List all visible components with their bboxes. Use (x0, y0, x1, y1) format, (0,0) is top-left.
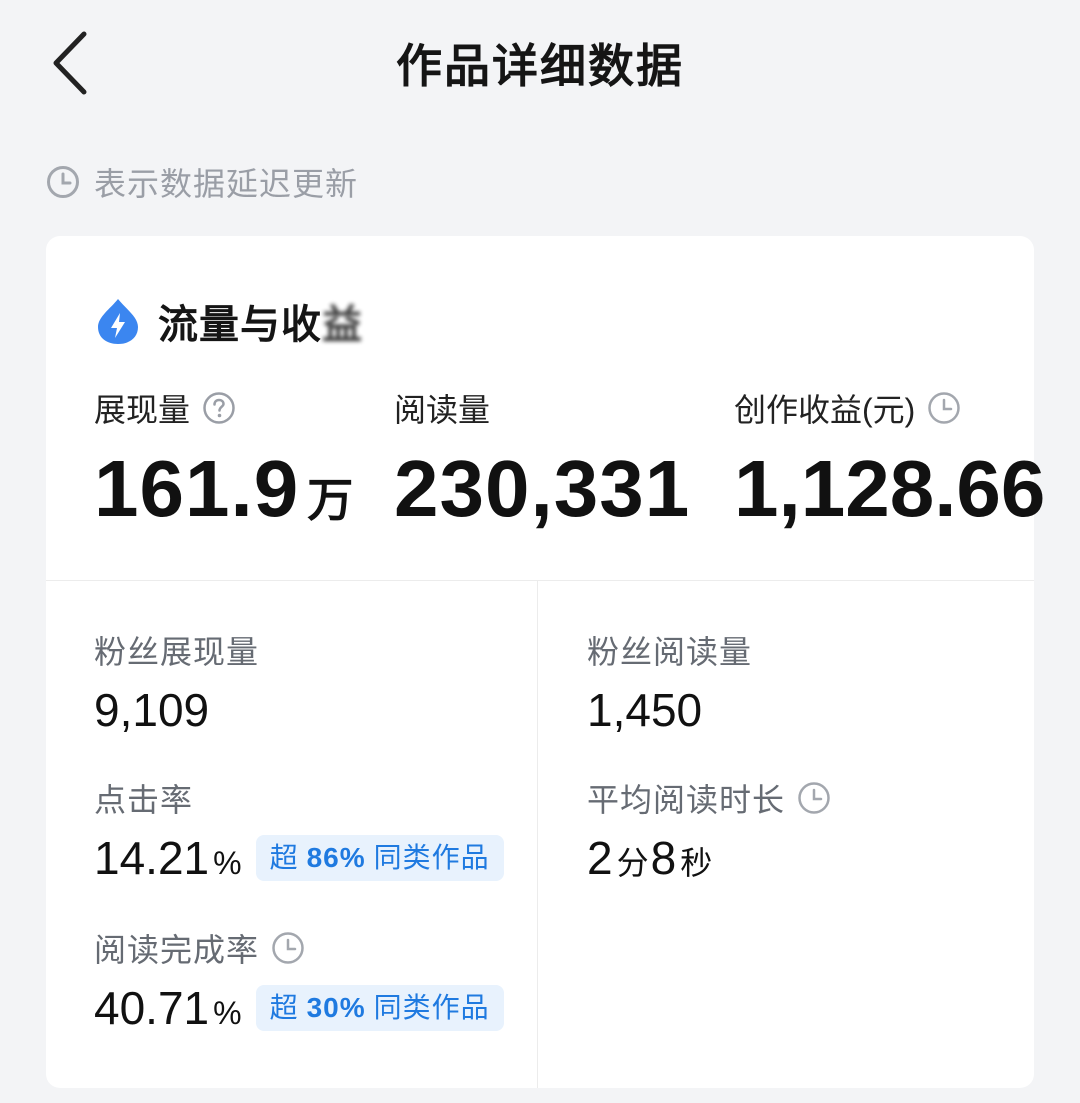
read-completion: 阅读完成率 40.71% 超 30% 同类作品 (94, 926, 504, 1036)
click-rate-value: 14.21 (94, 832, 210, 884)
impressions-label: 展现量 (94, 392, 191, 428)
avg-read-seconds: 8 (650, 832, 677, 884)
read-completion-badge: 超 30% 同类作品 (255, 985, 504, 1031)
fans-impressions-value: 9,109 (94, 684, 210, 736)
impressions-unit: 万 (307, 474, 355, 526)
click-rate: 点击率 14.21% 超 86% 同类作品 (94, 776, 504, 886)
fans-reads: 粉丝阅读量 1,450 (587, 628, 752, 738)
reads-label: 阅读量 (394, 392, 491, 428)
click-rate-badge: 超 86% 同类作品 (255, 835, 504, 881)
delay-notice: 表示数据延迟更新 (46, 160, 358, 204)
clock-icon (47, 166, 79, 198)
revenue-value: 1,128.66 (734, 444, 1046, 533)
revenue-label: 创作收益(元) (734, 392, 916, 428)
impressions-metric: 展现量 161.9 万 (94, 386, 354, 545)
page-title: 作品详细数据 (396, 40, 684, 92)
avg-read-time-label: 平均阅读时长 (587, 782, 786, 818)
card-title-blurred: 益 (322, 303, 363, 347)
click-rate-label: 点击率 (94, 782, 194, 818)
traffic-revenue-card: 流量与收益 展现量 161.9 万 阅读量 230,331 创作收益(元) 1,1… (46, 236, 1045, 1088)
click-rate-unit: % (213, 845, 242, 881)
reads-value: 230,331 (394, 444, 691, 533)
lightning-drop-icon (98, 299, 138, 344)
avg-read-time: 平均阅读时长 2分8秒 (587, 776, 831, 886)
divider-horizontal (46, 580, 1034, 581)
avg-read-minutes: 2 (587, 832, 613, 884)
fans-impressions: 粉丝展现量 9,109 (94, 628, 259, 738)
fans-reads-value: 1,450 (587, 684, 703, 736)
clock-icon (928, 392, 961, 424)
read-completion-label: 阅读完成率 (94, 932, 260, 968)
clock-icon (798, 782, 830, 814)
read-completion-unit: % (213, 995, 242, 1031)
notice-text: 表示数据延迟更新 (94, 166, 359, 202)
reads-metric: 阅读量 230,331 (394, 386, 690, 534)
card-header: 流量与收益 (96, 292, 363, 350)
revenue-metric: 创作收益(元) 1,128.66 (734, 386, 1045, 534)
fans-reads-label: 粉丝阅读量 (587, 634, 753, 670)
impressions-value: 161.9 (94, 444, 300, 533)
seconds-unit: 秒 (680, 845, 713, 881)
clock-icon (272, 932, 304, 964)
divider-vertical (537, 581, 538, 1088)
card-title: 流量与收益 (158, 292, 363, 350)
minutes-unit: 分 (616, 845, 649, 881)
fans-impressions-label: 粉丝展现量 (94, 634, 260, 670)
read-completion-value: 40.71 (94, 982, 210, 1034)
help-icon[interactable] (202, 391, 236, 425)
